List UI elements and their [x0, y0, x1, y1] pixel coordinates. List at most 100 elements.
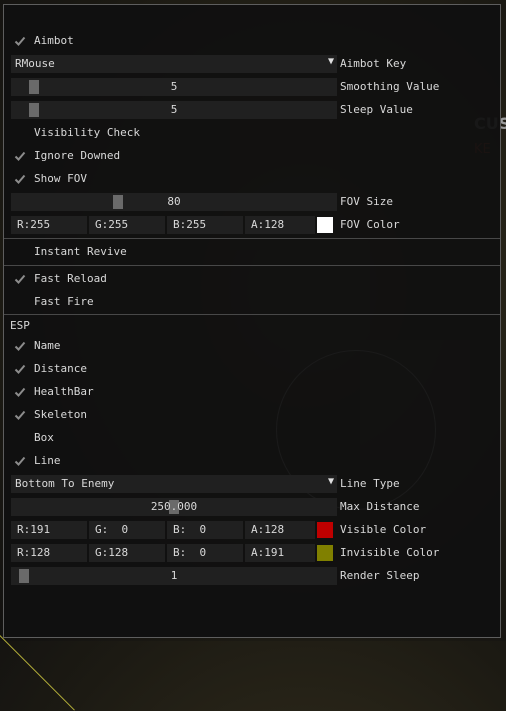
- show-fov-label: Show FOV: [34, 172, 87, 185]
- fov-color-swatch[interactable]: [317, 217, 333, 233]
- invisible-color-b: B: 0: [173, 546, 207, 559]
- max-distance-value: 250.000: [150, 500, 198, 513]
- separator: [4, 265, 500, 266]
- instant-revive-row[interactable]: Instant Revive: [4, 242, 500, 262]
- esp-skeleton-row[interactable]: Skeleton: [4, 405, 500, 425]
- esp-distance-row[interactable]: Distance: [4, 359, 500, 379]
- visibility-check-label: Visibility Check: [34, 126, 140, 139]
- render-sleep-value: 1: [170, 569, 178, 582]
- smoothing-label: Smoothing Value: [340, 80, 440, 93]
- sleep-row: 5 Sleep Value: [4, 100, 500, 120]
- invisible-color-r-field[interactable]: R:128: [11, 544, 87, 562]
- aimbot-row[interactable]: Aimbot: [4, 31, 500, 51]
- fov-color-g-field[interactable]: G:255: [89, 216, 165, 234]
- fov-color-b-field[interactable]: B:255: [167, 216, 243, 234]
- esp-skeleton-checkbox[interactable]: [14, 409, 26, 421]
- line-type-combo[interactable]: Bottom To Enemy ▼: [11, 475, 337, 493]
- invisible-color-row: R:128 G:128 B: 0 A:191 Invisible Color: [4, 543, 500, 563]
- esp-section-header: ESP: [10, 319, 30, 332]
- dropdown-arrow-icon[interactable]: ▼: [328, 476, 334, 487]
- invisible-color-r: R:128: [17, 546, 51, 559]
- visible-color-row: R:191 G: 0 B: 0 A:128 Visible Color: [4, 520, 500, 540]
- invisible-color-g-field[interactable]: G:128: [89, 544, 165, 562]
- line-type-label: Line Type: [340, 477, 400, 490]
- esp-distance-checkbox[interactable]: [14, 363, 26, 375]
- esp-name-checkbox[interactable]: [14, 340, 26, 352]
- checkmark-icon: [14, 341, 26, 351]
- esp-box-checkbox[interactable]: [14, 432, 26, 444]
- checkmark-icon: [14, 36, 26, 46]
- esp-line-row[interactable]: Line: [4, 451, 500, 471]
- aimbot-label: Aimbot: [34, 34, 74, 47]
- visible-color-a: A:128: [251, 523, 285, 536]
- separator: [4, 314, 500, 315]
- esp-box-row[interactable]: Box: [4, 428, 500, 448]
- visible-color-b-field[interactable]: B: 0: [167, 521, 243, 539]
- show-fov-row[interactable]: Show FOV: [4, 169, 500, 189]
- max-distance-label: Max Distance: [340, 500, 420, 513]
- invisible-color-b-field[interactable]: B: 0: [167, 544, 243, 562]
- invisible-color-a: A:191: [251, 546, 285, 559]
- visible-color-swatch[interactable]: [317, 522, 333, 538]
- ignore-downed-label: Ignore Downed: [34, 149, 121, 162]
- aimbot-key-row: RMouse ▼ Aimbot Key: [4, 54, 500, 74]
- ignore-downed-checkbox[interactable]: [14, 150, 26, 162]
- checkmark-icon: [14, 364, 26, 374]
- fov-color-r: R:255: [17, 218, 51, 231]
- esp-line-checkbox[interactable]: [14, 455, 26, 467]
- invisible-color-a-field[interactable]: A:191: [245, 544, 315, 562]
- visibility-check-checkbox[interactable]: [14, 127, 26, 139]
- sleep-slider[interactable]: 5: [11, 101, 337, 119]
- esp-skeleton-label: Skeleton: [34, 408, 87, 421]
- render-sleep-slider[interactable]: 1: [11, 567, 337, 585]
- esp-name-row[interactable]: Name: [4, 336, 500, 356]
- fast-fire-checkbox[interactable]: [14, 296, 26, 308]
- instant-revive-label: Instant Revive: [34, 245, 127, 258]
- esp-distance-label: Distance: [34, 362, 87, 375]
- visibility-check-row[interactable]: Visibility Check: [4, 123, 500, 143]
- dropdown-arrow-icon[interactable]: ▼: [328, 56, 334, 67]
- fov-color-a-field[interactable]: A:128: [245, 216, 315, 234]
- fast-fire-row[interactable]: Fast Fire: [4, 292, 500, 312]
- fov-color-g: G:255: [95, 218, 129, 231]
- esp-box-label: Box: [34, 431, 54, 444]
- checkmark-icon: [14, 410, 26, 420]
- render-sleep-row: 1 Render Sleep: [4, 566, 500, 586]
- fast-reload-row[interactable]: Fast Reload: [4, 269, 500, 289]
- smoothing-slider[interactable]: 5: [11, 78, 337, 96]
- aimbot-key-value: RMouse: [15, 57, 55, 70]
- fov-color-r-field[interactable]: R:255: [11, 216, 87, 234]
- checkmark-icon: [14, 456, 26, 466]
- render-sleep-label: Render Sleep: [340, 569, 420, 582]
- checkmark-icon: [14, 174, 26, 184]
- instant-revive-checkbox[interactable]: [14, 246, 26, 258]
- ignore-downed-row[interactable]: Ignore Downed: [4, 146, 500, 166]
- aimbot-checkbox[interactable]: [14, 35, 26, 47]
- visible-color-a-field[interactable]: A:128: [245, 521, 315, 539]
- aimbot-key-combo[interactable]: RMouse ▼: [11, 55, 337, 73]
- esp-name-label: Name: [34, 339, 61, 352]
- fov-size-slider[interactable]: 80: [11, 193, 337, 211]
- fast-reload-label: Fast Reload: [34, 272, 107, 285]
- show-fov-checkbox[interactable]: [14, 173, 26, 185]
- visible-color-r: R:191: [17, 523, 51, 536]
- max-distance-slider[interactable]: 250.000: [11, 498, 337, 516]
- fast-reload-checkbox[interactable]: [14, 273, 26, 285]
- invisible-color-swatch[interactable]: [317, 545, 333, 561]
- visible-color-b: B: 0: [173, 523, 207, 536]
- fov-size-value: 80: [167, 195, 181, 208]
- esp-healthbar-row[interactable]: HealthBar: [4, 382, 500, 402]
- smoothing-value: 5: [170, 80, 178, 93]
- checkmark-icon: [14, 274, 26, 284]
- visible-color-r-field[interactable]: R:191: [11, 521, 87, 539]
- esp-healthbar-checkbox[interactable]: [14, 386, 26, 398]
- aimbot-key-label: Aimbot Key: [340, 57, 407, 70]
- invisible-color-label: Invisible Color: [340, 546, 440, 559]
- visible-color-g-field[interactable]: G: 0: [89, 521, 165, 539]
- checkmark-icon: [14, 151, 26, 161]
- invisible-color-g: G:128: [95, 546, 129, 559]
- cheat-menu-panel: Aimbot RMouse ▼ Aimbot Key 5 Smoothing V…: [3, 4, 501, 638]
- sleep-value: 5: [170, 103, 178, 116]
- line-type-value: Bottom To Enemy: [15, 477, 115, 490]
- fov-color-row: R:255 G:255 B:255 A:128 FOV Color: [4, 215, 500, 235]
